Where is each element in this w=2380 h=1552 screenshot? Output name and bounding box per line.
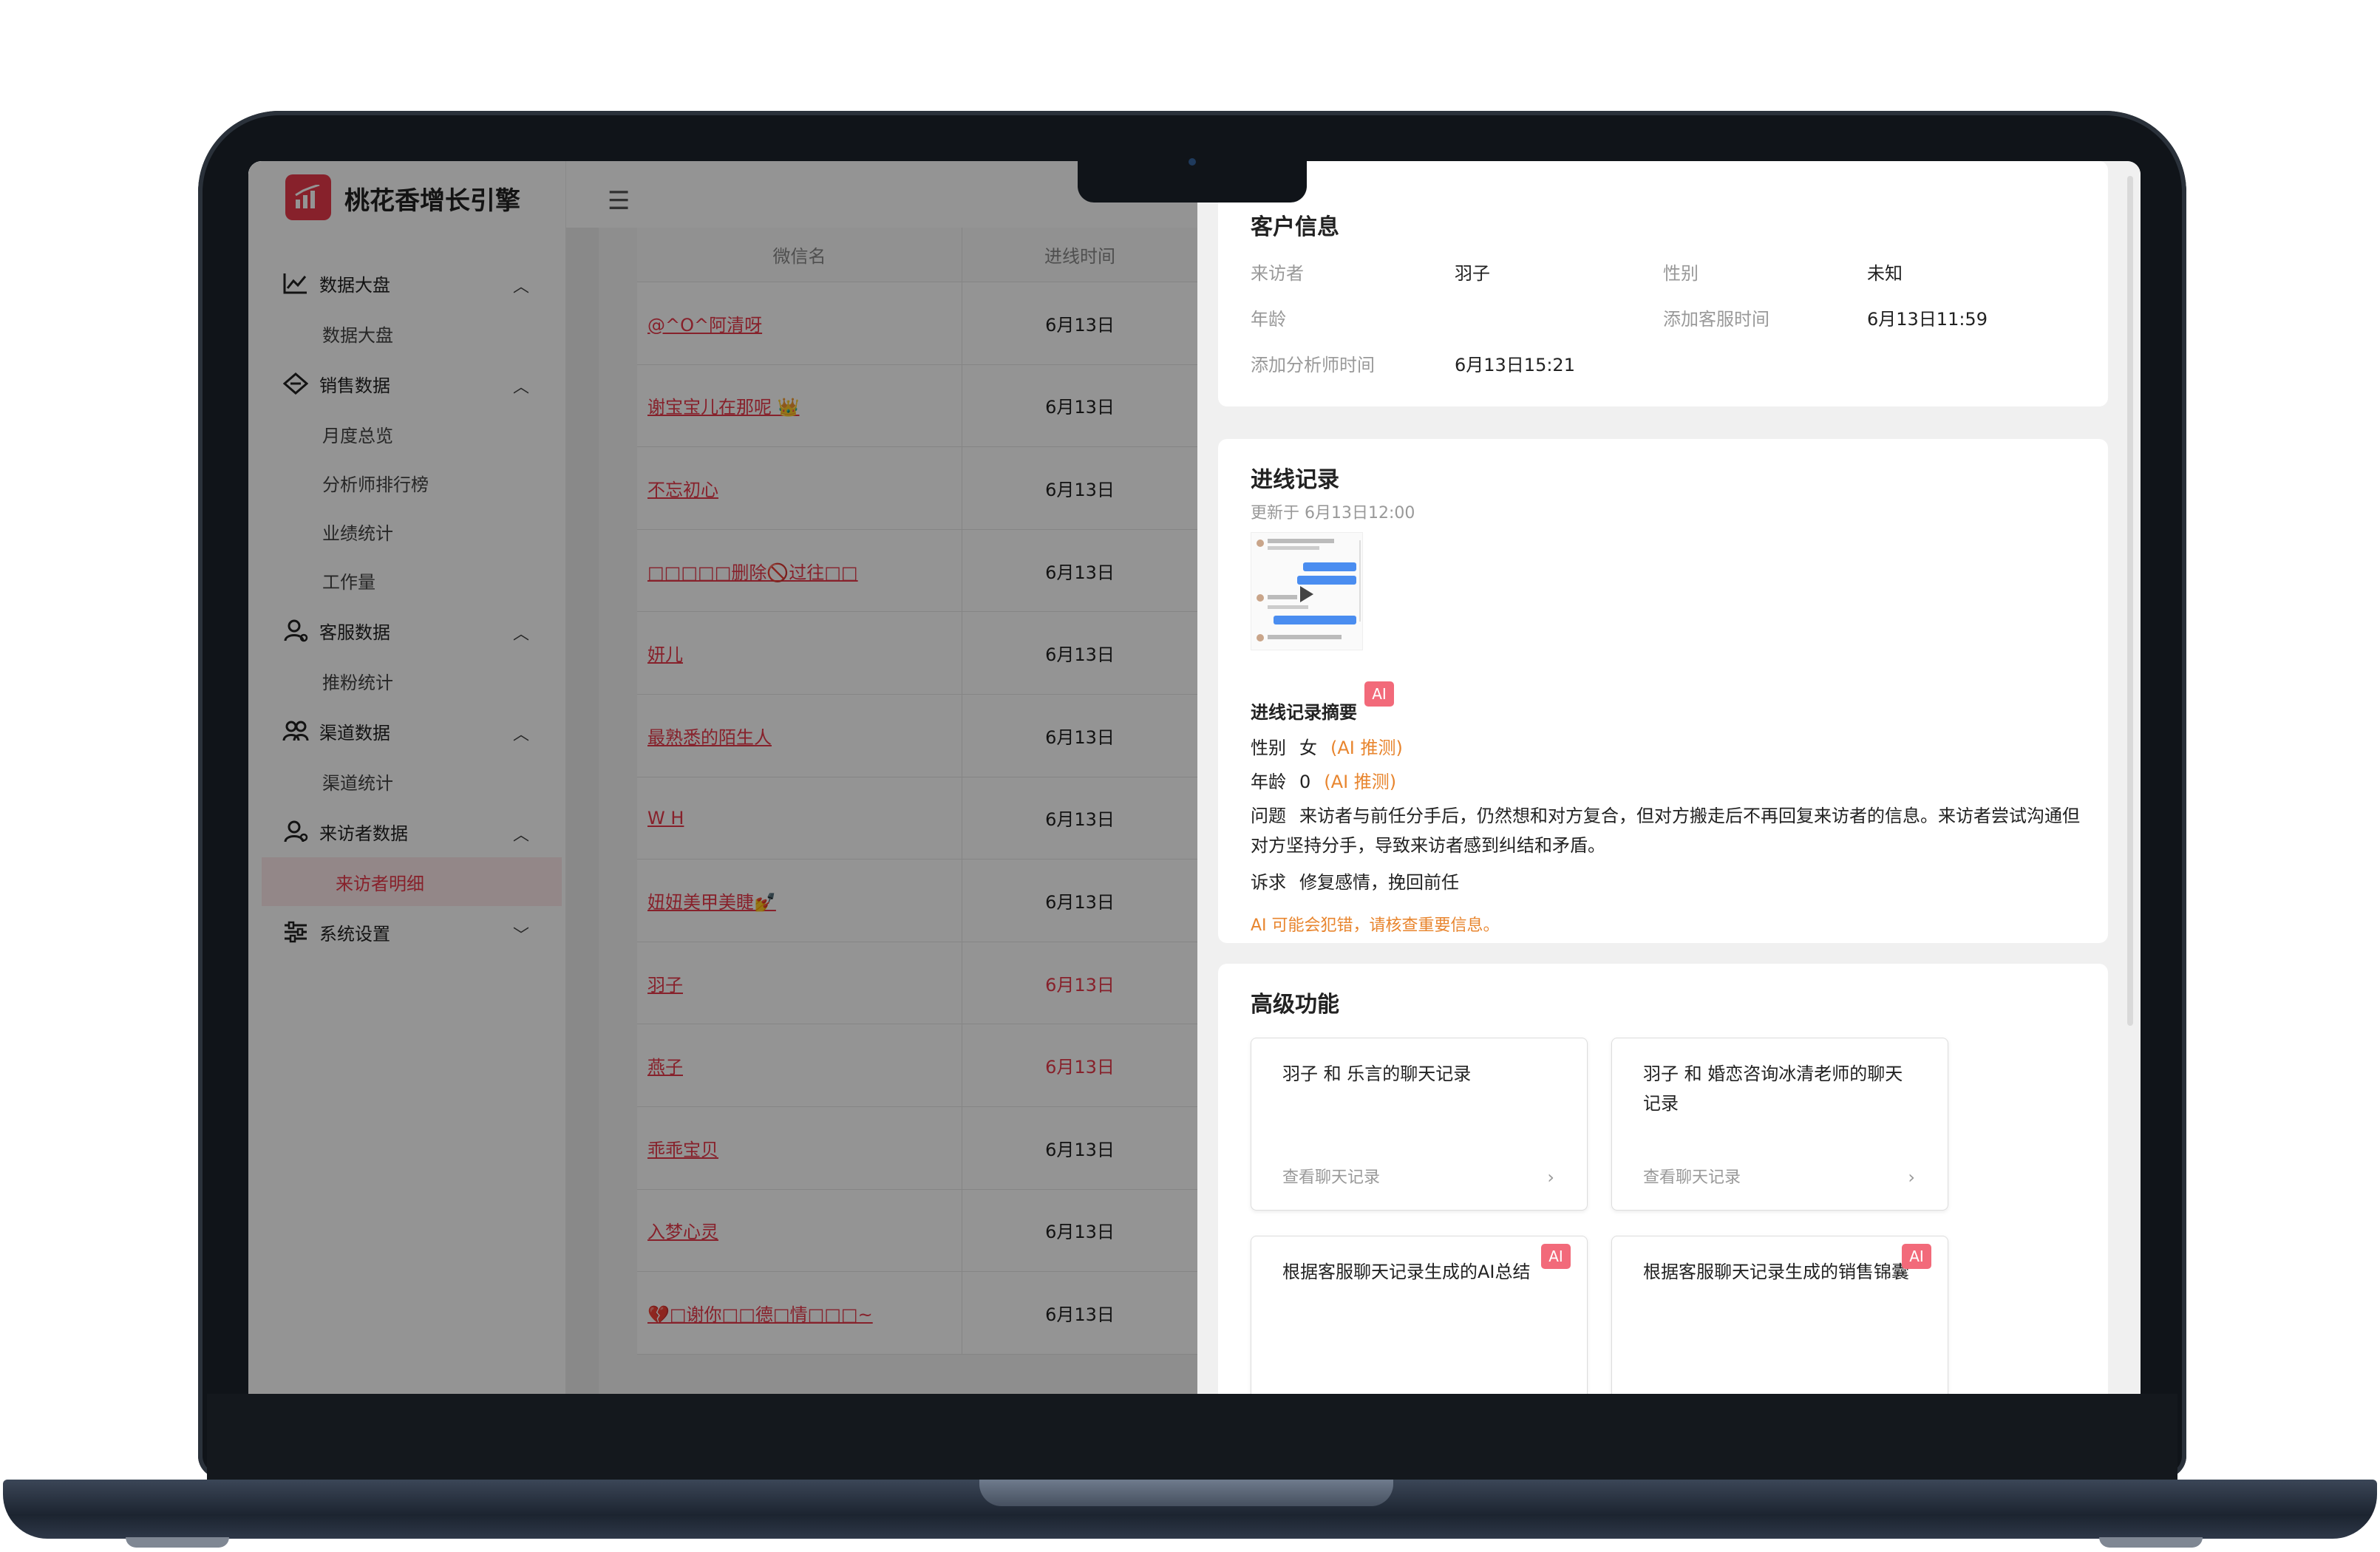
summary-problem-row: 问题 来访者与前任分手后，仍然想和对方复合，但对方搬走后不再回复来访者的信息。来访… (1251, 801, 2086, 860)
ai-warning: AI 可能会犯错，请核查重要信息。 (1251, 916, 1500, 935)
feature-card-chat-record[interactable]: 羽子 和 乐言的聊天记录 查看聊天记录 › (1251, 1038, 1588, 1211)
laptop-bottom-bezel (207, 1394, 2177, 1483)
feature-card-chat-record[interactable]: 羽子 和 婚恋咨询冰清老师的聊天记录 查看聊天记录 › (1611, 1038, 1948, 1211)
view-chat-link[interactable]: 查看聊天记录 (1643, 1164, 1741, 1188)
summary-age-ai-note: (AI 推测) (1324, 772, 1397, 792)
summary-gender-ai-note: (AI 推测) (1330, 738, 1403, 758)
modal-overlay[interactable] (248, 161, 1197, 1394)
drawer-scrollbar[interactable] (2127, 176, 2133, 1026)
customer-info-title: 客户信息 (1251, 214, 1339, 240)
view-chat-link[interactable]: 查看聊天记录 (1282, 1164, 1380, 1188)
summary-gender-label: 性别 (1251, 738, 1286, 758)
field-value-gender: 未知 (1867, 263, 1903, 284)
detail-drawer: 客户信息 来访者 羽子 性别 未知 年龄 添加客服时间 6月13日11:59 添… (1197, 161, 2141, 1394)
laptop-foot (2099, 1537, 2203, 1548)
field-label-age: 年龄 (1251, 309, 1286, 330)
chevron-right-icon: › (1547, 1167, 1554, 1188)
feature-card-title: 根据客服聊天记录生成的AI总结 (1282, 1262, 1531, 1282)
summary-gender-row: 性别女 (AI 推测) (1251, 733, 1403, 763)
field-label-add-service-time: 添加客服时间 (1663, 309, 1769, 330)
entry-record-card: 进线记录 更新于 6月13日12:00 进线记录摘要 AI 性别女 (AI 推测) (1218, 439, 2108, 943)
play-icon[interactable] (1300, 586, 1313, 602)
feature-card-title: 羽子 和 乐言的聊天记录 (1282, 1063, 1472, 1084)
customer-info-card: 客户信息 来访者 羽子 性别 未知 年龄 添加客服时间 6月13日11:59 添… (1218, 161, 2108, 406)
feature-card-title: 羽子 和 婚恋咨询冰清老师的聊天记录 (1643, 1063, 1903, 1114)
summary-age-row: 年龄 0 (AI 推测) (1251, 767, 1396, 797)
field-label-visitor: 来访者 (1251, 263, 1304, 284)
summary-problem-label: 问题 (1251, 806, 1286, 826)
summary-problem-text: 来访者与前任分手后，仍然想和对方复合，但对方搬走后不再回复来访者的信息。来访者尝… (1251, 806, 2080, 856)
ai-badge: AI (1902, 1244, 1931, 1269)
summary-age-value: 0 (1299, 772, 1311, 792)
field-value-visitor: 羽子 (1455, 263, 1490, 284)
summary-title: 进线记录摘要 (1251, 702, 1357, 723)
summary-demand-label: 诉求 (1251, 872, 1286, 893)
field-label-gender: 性别 (1663, 263, 1699, 284)
feature-card-ai-summary[interactable]: 根据客服聊天记录生成的AI总结 AI (1251, 1236, 1588, 1394)
advanced-features-card: 高级功能 羽子 和 乐言的聊天记录 查看聊天记录 › 羽子 和 婚恋咨询冰清老师… (1218, 964, 2108, 1394)
feature-card-sales-tips[interactable]: 根据客服聊天记录生成的销售锦囊 AI (1611, 1236, 1948, 1394)
entry-record-updated: 更新于 6月13日12:00 (1251, 504, 1415, 523)
chevron-right-icon: › (1908, 1167, 1915, 1188)
laptop-foot (126, 1537, 229, 1548)
camera-icon (1189, 158, 1196, 166)
field-label-add-analyst-time: 添加分析师时间 (1251, 355, 1375, 375)
field-value-add-service-time: 6月13日11:59 (1867, 309, 1988, 330)
summary-demand-row: 诉求 修复感情，挽回前任 (1251, 868, 1459, 897)
ai-badge: AI (1541, 1244, 1571, 1269)
laptop-base-notch (979, 1480, 1393, 1506)
summary-age-label: 年龄 (1251, 772, 1286, 792)
advanced-features-title: 高级功能 (1251, 992, 1339, 1018)
chat-video-thumbnail[interactable] (1251, 532, 1363, 650)
screen: 桃花香增长引擎 数据大盘 ︿ 数据大盘 销售数据 ︿ 月度总览 分析师排行榜 业绩统计 工作量客… (248, 161, 2141, 1394)
summary-gender-value: 女 (1299, 738, 1317, 758)
ai-badge: AI (1364, 681, 1394, 707)
summary-demand-text: 修复感情，挽回前任 (1299, 872, 1459, 893)
field-value-add-analyst-time: 6月13日15:21 (1455, 355, 1575, 375)
entry-record-title: 进线记录 (1251, 467, 1339, 493)
feature-card-title: 根据客服聊天记录生成的销售锦囊 (1643, 1262, 1909, 1282)
